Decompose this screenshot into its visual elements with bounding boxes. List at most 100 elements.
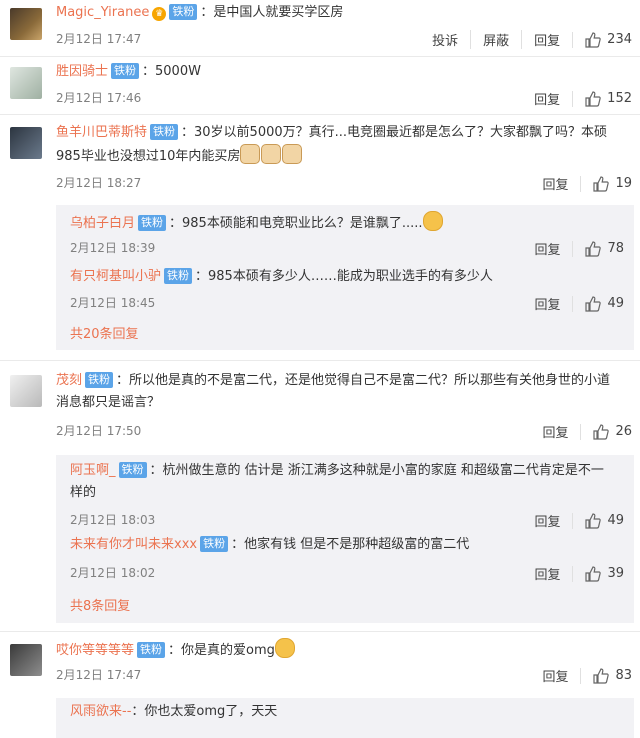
like-count: 83 xyxy=(615,668,632,683)
avatar[interactable] xyxy=(10,127,42,159)
sweat-emoji-icon xyxy=(422,211,443,231)
avatar[interactable] xyxy=(10,67,42,99)
cat-emoji-icon xyxy=(240,144,261,164)
comment-text: 胜因骑士 铁粉 ：5000W xyxy=(56,61,622,83)
reply-text: 未来有你才叫未来xxx 铁粉 ：他家有钱 但是不是那种超级富的富二代 xyxy=(70,534,624,556)
fan-badge: 铁粉 xyxy=(118,462,147,478)
comment-username[interactable]: 鱼羊川巴蒂斯特 xyxy=(56,125,147,140)
reply-list: 乌柏子白月 铁粉 ：985本硕能和电竞职业比么？是谁飘了..... 2月12日 18… xyxy=(56,205,634,350)
complain-button[interactable]: 投诉 xyxy=(420,30,470,49)
reply-actions: 回复 49 xyxy=(522,511,624,530)
reply-button[interactable]: 回复 xyxy=(530,422,580,441)
reply-text: 乌柏子白月 铁粉 ：985本硕能和电竞职业比么？是谁飘了..... xyxy=(70,211,624,235)
reply-button[interactable]: 回复 xyxy=(522,239,572,258)
like-count: 78 xyxy=(607,241,624,256)
fan-badge: 铁粉 xyxy=(138,215,167,231)
cat-emoji-icon xyxy=(282,144,303,164)
comment-body-line2: 消息都只是谣言？ xyxy=(56,395,161,410)
reply-button[interactable]: 回复 xyxy=(521,30,572,49)
thumbs-up-icon xyxy=(585,240,602,257)
thumbs-up-icon xyxy=(585,31,601,48)
reply-item: 未来有你才叫未来xxx 铁粉 ：他家有钱 但是不是那种超级富的富二代 2月12日 1… xyxy=(56,534,634,592)
reply-text: 有只柯基叫小驴 铁粉 ：985本硕有多少人……能成为职业选手的有多少人 xyxy=(70,266,624,288)
reply-username[interactable]: 未来有你才叫未来xxx xyxy=(70,537,197,552)
comment-username[interactable]: Magic_Yiranee xyxy=(56,5,149,20)
like-button[interactable]: 39 xyxy=(572,565,624,582)
like-button[interactable]: 152 xyxy=(572,90,632,107)
reply-button[interactable]: 回复 xyxy=(522,294,572,313)
reply-button[interactable]: 回复 xyxy=(522,564,572,583)
like-count: 152 xyxy=(607,91,632,106)
avatar[interactable] xyxy=(10,375,42,407)
reply-actions: 回复 78 xyxy=(522,239,624,258)
reply-time: 2月12日 18:39 xyxy=(70,241,156,255)
thumbs-up-icon xyxy=(585,512,602,529)
like-button[interactable]: 26 xyxy=(580,423,632,440)
comment-username[interactable]: 胜因骑士 xyxy=(56,64,108,79)
comment-body: ：30岁以前5000万？真行...电竞圈最近都是怎么了？大家都飘了吗？本硕 xyxy=(181,125,608,140)
like-count: 39 xyxy=(607,566,624,581)
view-more-replies-link[interactable]: 共20条回复 xyxy=(70,323,139,342)
comment-item: 胜因骑士 铁粉 ：5000W 2月12日 17:46 回复 152 xyxy=(0,57,640,115)
reply-button[interactable]: 回复 xyxy=(530,666,580,685)
reply-username[interactable]: 风雨欲来-- xyxy=(70,704,131,719)
comment-body: ：5000W xyxy=(142,64,201,79)
like-button[interactable]: 234 xyxy=(572,31,632,48)
reply-username[interactable]: 阿玉啊_ xyxy=(70,463,116,478)
thumbs-up-icon xyxy=(585,295,602,312)
like-count: 234 xyxy=(607,32,632,47)
comment-username[interactable]: 茂刻 xyxy=(56,373,82,388)
reply-item: 风雨欲来--：你也太爱omg了，天天 xyxy=(56,698,634,738)
reply-time: 2月12日 18:02 xyxy=(70,566,156,580)
comment-actions: 回复 19 xyxy=(530,174,632,193)
reply-body: ：他家有钱 但是不是那种超级富的富二代 xyxy=(231,537,470,552)
comment-body-line2: 985毕业也没想过10年内能买房 xyxy=(56,149,241,164)
like-button[interactable]: 19 xyxy=(580,175,632,192)
fan-badge: 铁粉 xyxy=(200,536,229,552)
reply-time: 2月12日 18:45 xyxy=(70,296,156,310)
fan-badge: 铁粉 xyxy=(164,268,193,284)
reply-body: ：你也太爱omg了，天天 xyxy=(131,704,278,719)
comment-text: Magic_Yiranee ♛ 铁粉 ：是中国人就要买学区房 xyxy=(56,2,622,24)
comment-actions: 回复 152 xyxy=(522,89,632,108)
comment-username[interactable]: 哎你等等等等 xyxy=(56,643,134,658)
comment-item: 鱼羊川巴蒂斯特铁粉 ：30岁以前5000万？真行...电竞圈最近都是怎么了？大家都… xyxy=(0,115,640,361)
like-button[interactable]: 49 xyxy=(572,295,624,312)
comment-item: 哎你等等等等 铁粉 ：你是真的爱omg 2月12日 17:47 回复 83 风雨欲来… xyxy=(0,632,640,738)
like-count: 19 xyxy=(615,176,632,191)
like-count: 49 xyxy=(607,296,624,311)
fan-badge: 铁粉 xyxy=(137,642,166,658)
reply-body: ：杭州做生意的 估计是 浙江满多这种就是小富的家庭 和超级富二代肯定是不一 xyxy=(149,463,604,478)
comment-text: 哎你等等等等 铁粉 ：你是真的爱omg xyxy=(56,638,622,662)
vip-crown-icon: ♛ xyxy=(152,7,167,21)
comment-actions: 投诉 屏蔽 回复 234 xyxy=(420,30,632,49)
thumbs-up-icon xyxy=(593,423,610,440)
view-more-replies-link[interactable]: 共8条回复 xyxy=(70,595,130,614)
comment-actions: 回复 26 xyxy=(530,422,632,441)
comment-body: ：所以他是真的不是富二代，还是他觉得自己不是富二代？所以那些有关他身世的小道 xyxy=(116,373,611,388)
reply-button[interactable]: 回复 xyxy=(522,511,572,530)
reply-button[interactable]: 回复 xyxy=(522,89,572,108)
reply-list: 风雨欲来--：你也太爱omg了，天天 xyxy=(56,698,634,738)
reply-username[interactable]: 乌柏子白月 xyxy=(70,216,135,231)
crying-emoji-icon xyxy=(274,638,295,658)
reply-button[interactable]: 回复 xyxy=(530,174,580,193)
thumbs-up-icon xyxy=(593,175,610,192)
comment-time: 2月12日 17:46 xyxy=(56,91,142,105)
avatar[interactable] xyxy=(10,644,42,676)
like-count: 49 xyxy=(607,513,624,528)
comment-time: 2月12日 17:47 xyxy=(56,32,142,46)
avatar[interactable] xyxy=(10,8,42,40)
reply-username[interactable]: 有只柯基叫小驴 xyxy=(70,269,161,284)
like-button[interactable]: 78 xyxy=(572,240,624,257)
comment-body: ：是中国人就要买学区房 xyxy=(200,5,344,20)
comment-item: Magic_Yiranee ♛ 铁粉 ：是中国人就要买学区房 2月12日 17:47 … xyxy=(0,0,640,57)
reply-item: 乌柏子白月 铁粉 ：985本硕能和电竞职业比么？是谁飘了..... 2月12日 18… xyxy=(56,205,634,263)
comment-actions: 回复 83 xyxy=(530,666,632,685)
block-button[interactable]: 屏蔽 xyxy=(470,30,521,49)
reply-time: 2月12日 18:03 xyxy=(70,513,156,527)
fan-badge: 铁粉 xyxy=(111,63,140,79)
like-button[interactable]: 83 xyxy=(580,667,632,684)
like-button[interactable]: 49 xyxy=(572,512,624,529)
comment-time: 2月12日 17:50 xyxy=(56,424,142,438)
